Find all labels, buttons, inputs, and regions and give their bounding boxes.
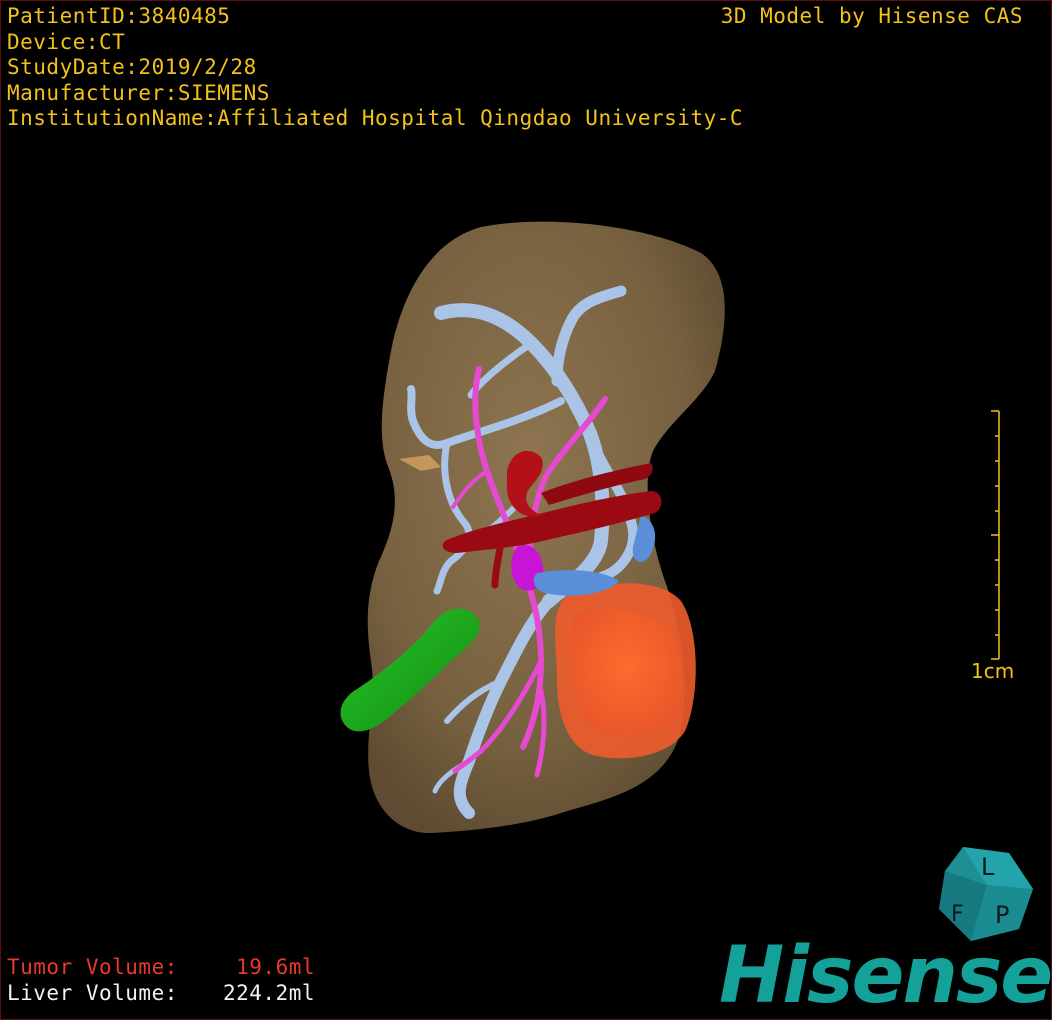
liver-volume-value: 224.2ml bbox=[222, 981, 315, 1005]
cube-face-p: P bbox=[995, 901, 1009, 929]
liver-3d-model[interactable]: L P F bbox=[1, 1, 1051, 1019]
scale-bar bbox=[991, 410, 1000, 660]
cube-face-l: L bbox=[981, 853, 995, 881]
liver-volume-row: Liver Volume: 224.2ml bbox=[7, 980, 315, 1006]
hisense-logo: Hisense bbox=[719, 931, 1052, 1020]
tumor-volume-label: Tumor Volume: bbox=[7, 955, 178, 979]
volume-readout: Tumor Volume: 19.6ml Liver Volume: 224.2… bbox=[7, 954, 315, 1006]
scale-bar-label: 1cm bbox=[971, 659, 1015, 683]
cube-face-f: F bbox=[951, 902, 964, 927]
liver-volume-label: Liver Volume: bbox=[7, 981, 178, 1005]
3d-viewport[interactable]: PatientID:3840485 Device:CT StudyDate:20… bbox=[0, 0, 1052, 1020]
tumor-mesh[interactable] bbox=[555, 583, 696, 759]
orientation-cube[interactable]: L P F bbox=[939, 847, 1033, 941]
tumor-volume-row: Tumor Volume: 19.6ml bbox=[7, 954, 315, 980]
tumor-volume-value: 19.6ml bbox=[236, 955, 315, 979]
